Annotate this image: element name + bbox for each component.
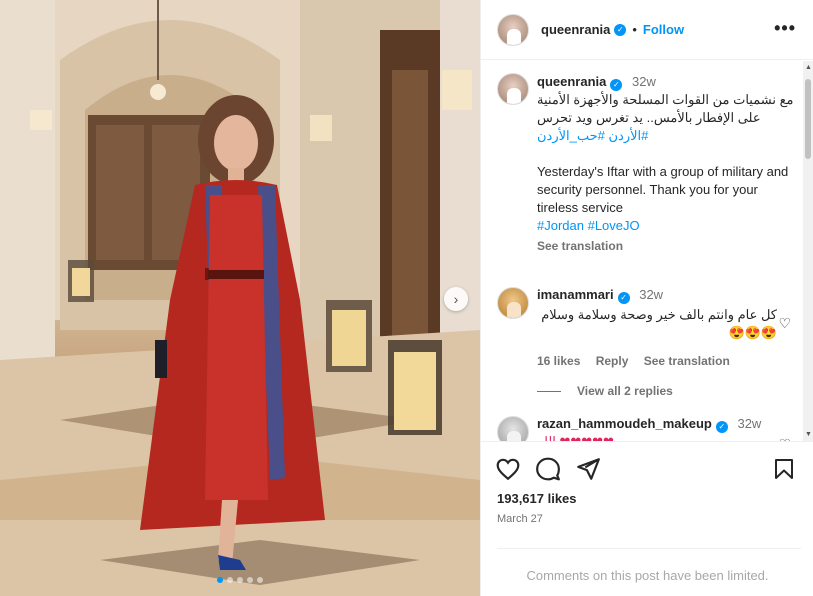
separator-dot: •	[632, 22, 637, 37]
comment-text: كل عام وانتم بالف خير وصحة وسلامة وسلام …	[541, 307, 777, 340]
verified-badge-icon: ✓	[610, 79, 623, 91]
view-replies-link[interactable]: View all 2 replies	[537, 384, 673, 398]
instagram-post-view: › queenrania ✓ • Follow ••• queenrania ✓…	[0, 0, 813, 596]
verified-badge-icon: ✓	[617, 292, 630, 304]
action-bar: 193,617 likes March 27	[481, 441, 813, 553]
photo-illustration	[0, 0, 480, 596]
caption-timestamp: 32w	[631, 74, 656, 89]
caption-arabic-text: مع نشميات من القوات المسلحة والأجهزة الأ…	[537, 92, 794, 125]
heart-icon[interactable]	[495, 456, 521, 482]
comments-limited-notice: Comments on this post have been limited.	[526, 568, 769, 583]
bookmark-icon[interactable]	[772, 456, 796, 482]
comment-likes[interactable]: 16 likes	[537, 354, 580, 368]
scrollbar[interactable]: ▲ ▼	[803, 61, 813, 441]
scrollbar-thumb[interactable]	[805, 79, 811, 159]
post-header: queenrania ✓ • Follow •••	[481, 0, 813, 60]
view-replies-label[interactable]: View all 2 replies	[577, 384, 673, 398]
comment-timestamp: 32w	[737, 416, 762, 431]
avatar[interactable]	[497, 13, 529, 46]
likes-count[interactable]: 193,617 likes	[497, 491, 577, 506]
post-photo[interactable]: ›	[0, 0, 480, 596]
avatar[interactable]	[497, 73, 529, 105]
caption-english-hashtags[interactable]: #Jordan #LoveJO	[537, 218, 640, 233]
comment-username[interactable]: imanammari	[537, 287, 614, 302]
see-translation-link[interactable]: See translation	[644, 354, 730, 368]
carousel-dot	[227, 577, 233, 583]
scroll-up-arrow-icon[interactable]: ▲	[805, 64, 812, 71]
next-photo-button[interactable]: ›	[444, 287, 468, 311]
caption-english-text: Yesterday's Iftar with a group of milita…	[537, 164, 789, 215]
avatar[interactable]	[497, 416, 529, 441]
carousel-dot	[237, 577, 243, 583]
chevron-right-icon: ›	[453, 291, 459, 307]
carousel-dot	[247, 577, 253, 583]
caption-arabic-hashtags[interactable]: #الأردن #حب_الأردن	[537, 128, 648, 143]
post-date[interactable]: March 27	[497, 513, 543, 525]
more-options-icon[interactable]: •••	[774, 18, 796, 39]
reply-button[interactable]: Reply	[596, 354, 629, 368]
header-username[interactable]: queenrania	[541, 22, 610, 37]
caption-username[interactable]: queenrania	[537, 74, 606, 89]
carousel-dot	[257, 577, 263, 583]
carousel-indicator	[0, 577, 480, 583]
see-translation-link[interactable]: See translation	[537, 237, 797, 255]
comment-username[interactable]: razan_hammoudeh_makeup	[537, 416, 712, 431]
comment-icon[interactable]	[535, 456, 561, 482]
share-icon[interactable]	[575, 456, 601, 482]
follow-button[interactable]: Follow	[643, 22, 684, 37]
divider-line	[497, 548, 801, 549]
comments-scroll-area[interactable]: queenrania ✓ 32w مع نشميات من القوات المس…	[481, 61, 813, 441]
comment-like-heart-icon[interactable]: ♡	[778, 315, 791, 332]
verified-badge-icon: ✓	[715, 421, 728, 433]
avatar[interactable]	[497, 287, 529, 319]
divider-line	[537, 390, 561, 392]
verified-badge-icon: ✓	[614, 23, 627, 36]
carousel-dot	[217, 577, 223, 583]
scroll-down-arrow-icon[interactable]: ▼	[805, 431, 812, 438]
post-sidebar: queenrania ✓ • Follow ••• queenrania ✓ 32…	[480, 0, 813, 596]
comment-timestamp: 32w	[639, 287, 664, 302]
comment-text: ❤❤❤❤❤ الله	[537, 433, 777, 441]
